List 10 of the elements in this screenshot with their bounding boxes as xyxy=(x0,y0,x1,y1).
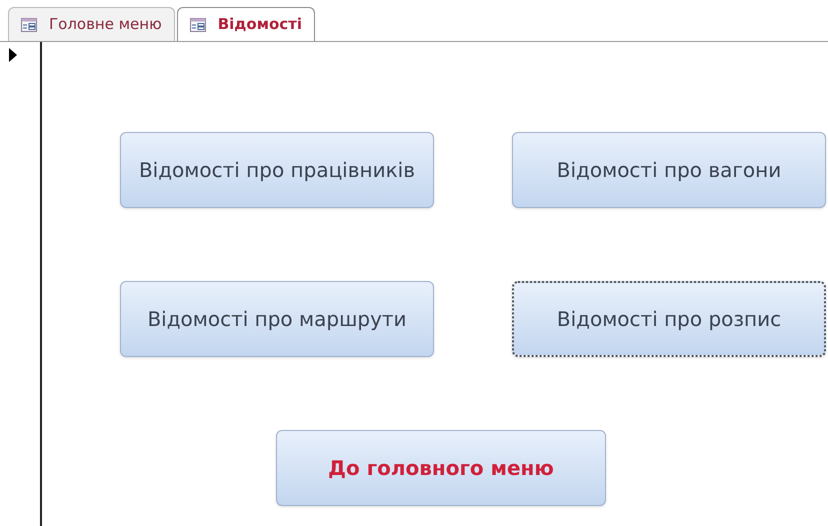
tab[interactable]: Відомості xyxy=(176,7,316,41)
form-button[interactable]: Відомості про маршрути xyxy=(120,281,434,357)
form-icon xyxy=(21,18,37,32)
form-button[interactable]: Відомості про розпис xyxy=(512,281,826,357)
form-button[interactable]: Відомості про вагони xyxy=(512,132,826,208)
tab[interactable]: Головне меню xyxy=(8,7,175,41)
record-selector-icon xyxy=(8,48,18,62)
form-button[interactable]: Відомості про працівників xyxy=(120,132,434,208)
form-icon xyxy=(190,18,206,32)
form-button[interactable]: До головного меню xyxy=(276,430,606,506)
